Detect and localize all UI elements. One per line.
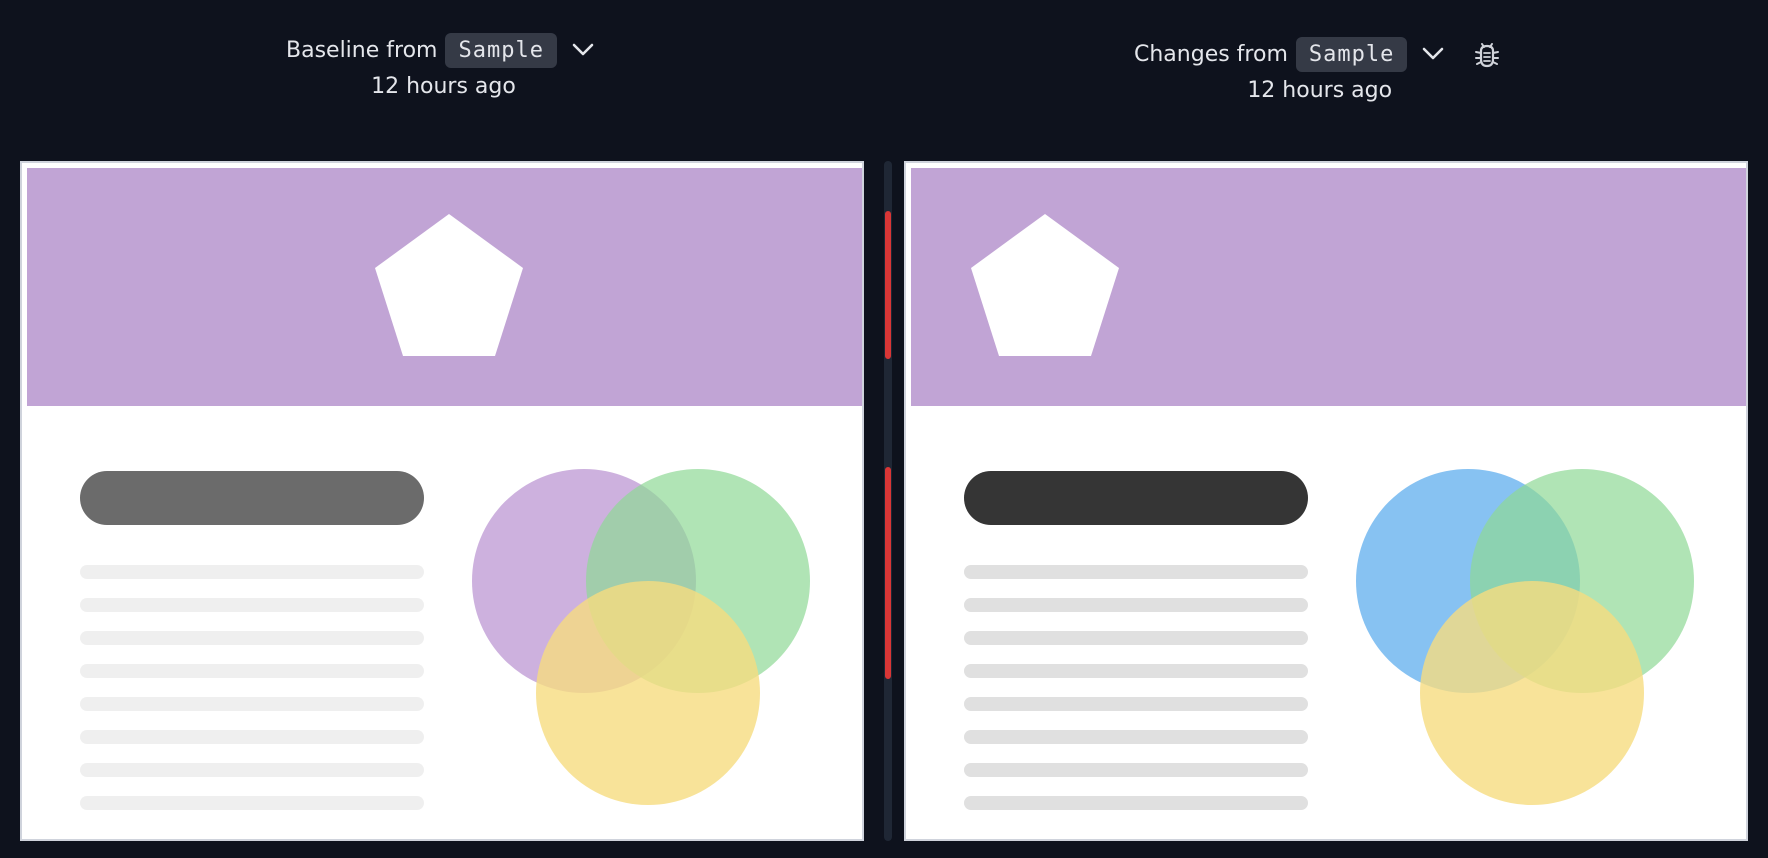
chevron-down-icon[interactable] (1415, 36, 1451, 72)
diff-marker[interactable] (885, 467, 891, 679)
baseline-timestamp: 12 hours ago (371, 74, 516, 99)
snapshot-banner (911, 168, 1746, 406)
text-line-placeholder (964, 697, 1308, 711)
venn-circle-yellow (1420, 581, 1644, 805)
pentagon-shape (971, 214, 1119, 356)
text-line-placeholder (964, 631, 1308, 645)
text-line-placeholder (964, 730, 1308, 744)
venn-circle-yellow (536, 581, 760, 805)
baseline-snapshot[interactable] (20, 161, 864, 841)
text-line-placeholder (80, 697, 424, 711)
text-line-placeholder (964, 796, 1308, 810)
changes-timestamp: 12 hours ago (1247, 78, 1393, 103)
text-line-placeholder (964, 763, 1308, 777)
changes-header: Changes from Sample 12 hours ago (1134, 36, 1505, 103)
baseline-header-row: Baseline from Sample (286, 32, 601, 68)
changes-header-row: Changes from Sample (1134, 36, 1505, 72)
text-line-placeholder (964, 598, 1308, 612)
changes-label: Changes from (1134, 41, 1288, 67)
baseline-header: Baseline from Sample 12 hours ago (286, 32, 601, 99)
text-line-placeholder (80, 598, 424, 612)
text-line-placeholder (964, 664, 1308, 678)
changes-branch-selector[interactable]: Sample (1295, 36, 1408, 72)
diff-splitter[interactable] (884, 161, 892, 841)
chevron-down-icon[interactable] (565, 32, 601, 68)
text-line-placeholder (80, 631, 424, 645)
venn-diagram (1356, 469, 1694, 805)
venn-diagram (472, 469, 810, 805)
changes-snapshot[interactable] (904, 161, 1748, 841)
snapshot-banner (27, 168, 862, 406)
visual-diff-viewer: Baseline from Sample 12 hours ago Change… (0, 0, 1768, 858)
diff-marker[interactable] (885, 211, 891, 359)
text-line-placeholder (80, 796, 424, 810)
text-line-placeholder (80, 730, 424, 744)
text-line-placeholder (80, 565, 424, 579)
text-line-placeholder (80, 763, 424, 777)
baseline-label: Baseline from (286, 37, 438, 63)
title-placeholder (964, 471, 1308, 525)
text-line-placeholder (964, 565, 1308, 579)
title-placeholder (80, 471, 424, 525)
bug-icon[interactable] (1469, 36, 1505, 72)
text-line-placeholder (80, 664, 424, 678)
pentagon-shape (375, 214, 523, 356)
baseline-branch-selector[interactable]: Sample (445, 32, 557, 68)
